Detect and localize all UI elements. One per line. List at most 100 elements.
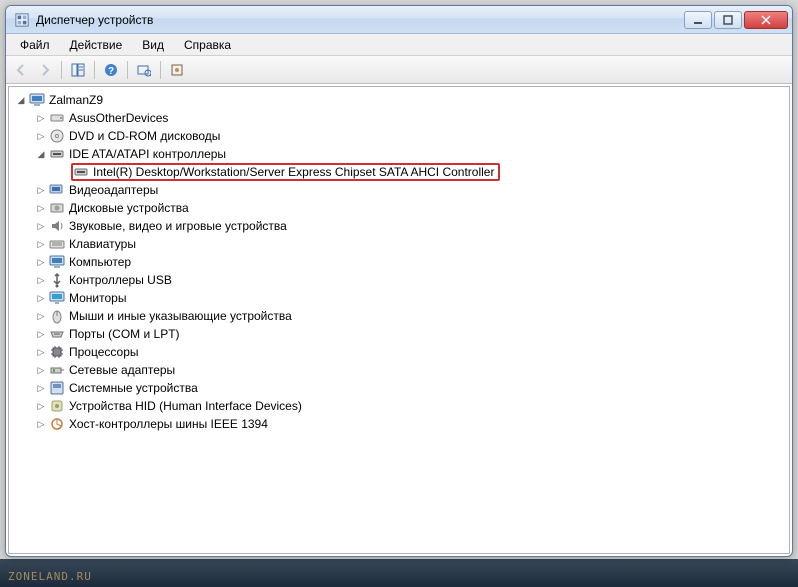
- tree-node-ports[interactable]: ▷ Порты (COM и LPT): [11, 325, 787, 343]
- close-button[interactable]: [744, 11, 788, 29]
- forward-button[interactable]: [34, 59, 56, 81]
- node-label: Компьютер: [69, 255, 131, 269]
- expander-icon[interactable]: ▷: [35, 400, 47, 412]
- tree-node-dvd[interactable]: ▷ DVD и CD-ROM дисководы: [11, 127, 787, 145]
- expander-icon[interactable]: ▷: [35, 418, 47, 430]
- scan-hardware-button[interactable]: [133, 59, 155, 81]
- app-icon: [14, 12, 30, 28]
- port-icon: [49, 326, 65, 342]
- node-label: Процессоры: [69, 345, 139, 359]
- node-label: Контроллеры USB: [69, 273, 172, 287]
- highlight-annotation: Intel(R) Desktop/Workstation/Server Expr…: [71, 163, 500, 181]
- keyboard-icon: [49, 236, 65, 252]
- expander-icon[interactable]: ▷: [35, 256, 47, 268]
- tree-node-sound[interactable]: ▷ Звуковые, видео и игровые устройства: [11, 217, 787, 235]
- tree-node-video[interactable]: ▷ Видеоадаптеры: [11, 181, 787, 199]
- menu-help[interactable]: Справка: [174, 35, 241, 55]
- svg-text:?: ?: [108, 66, 114, 77]
- minimize-button[interactable]: [684, 11, 712, 29]
- tree-node-system[interactable]: ▷ Системные устройства: [11, 379, 787, 397]
- usb-icon: [49, 272, 65, 288]
- tree-node-monitors[interactable]: ▷ Мониторы: [11, 289, 787, 307]
- show-hidden-button[interactable]: [166, 59, 188, 81]
- tree-node-cpu[interactable]: ▷ Процессоры: [11, 343, 787, 361]
- menu-view[interactable]: Вид: [132, 35, 174, 55]
- tree-node-asusother[interactable]: ▷ AsusOtherDevices: [11, 109, 787, 127]
- node-label: Устройства HID (Human Interface Devices): [69, 399, 302, 413]
- expander-icon[interactable]: ▷: [35, 292, 47, 304]
- tree-node-hid[interactable]: ▷ Устройства HID (Human Interface Device…: [11, 397, 787, 415]
- expander-icon[interactable]: ▷: [35, 310, 47, 322]
- monitor-icon: [49, 290, 65, 306]
- tree-node-1394[interactable]: ▷ Хост-контроллеры шины IEEE 1394: [11, 415, 787, 433]
- menu-file[interactable]: Файл: [10, 35, 60, 55]
- tree-node-disk[interactable]: ▷ Дисковые устройства: [11, 199, 787, 217]
- expander-icon[interactable]: ▷: [35, 274, 47, 286]
- toolbar-separator: [127, 61, 128, 79]
- expander-icon[interactable]: ▷: [35, 364, 47, 376]
- expander-icon[interactable]: ▷: [35, 328, 47, 340]
- expander-icon[interactable]: ▷: [35, 220, 47, 232]
- toolbar-separator: [94, 61, 95, 79]
- tree-node-computer[interactable]: ▷ Компьютер: [11, 253, 787, 271]
- computer-icon: [29, 92, 45, 108]
- expander-icon[interactable]: ▷: [35, 346, 47, 358]
- toolbar: ?: [6, 56, 792, 84]
- node-label: Intel(R) Desktop/Workstation/Server Expr…: [93, 165, 494, 179]
- tree-node-keyboard[interactable]: ▷ Клавиатуры: [11, 235, 787, 253]
- disk-icon: [49, 110, 65, 126]
- expander-icon[interactable]: ▷: [35, 130, 47, 142]
- expander-icon[interactable]: ▷: [35, 184, 47, 196]
- expander-icon[interactable]: ▷: [35, 382, 47, 394]
- display-adapter-icon: [49, 182, 65, 198]
- node-label: Хост-контроллеры шины IEEE 1394: [69, 417, 268, 431]
- tree-node-usb[interactable]: ▷ Контроллеры USB: [11, 271, 787, 289]
- mouse-icon: [49, 308, 65, 324]
- cd-icon: [49, 128, 65, 144]
- watermark: ZONELAND.RU: [8, 570, 92, 583]
- node-label: IDE ATA/ATAPI контроллеры: [69, 147, 226, 161]
- cpu-icon: [49, 344, 65, 360]
- tree-content[interactable]: ◢ ZalmanZ9 ▷ AsusOtherDevices ▷ DVD и CD…: [8, 86, 790, 554]
- controller-icon: [73, 164, 89, 180]
- expander-icon[interactable]: ▷: [35, 238, 47, 250]
- menu-action[interactable]: Действие: [60, 35, 133, 55]
- help-button[interactable]: ?: [100, 59, 122, 81]
- expander-icon[interactable]: ▷: [35, 112, 47, 124]
- node-label: Клавиатуры: [69, 237, 136, 251]
- background-taskbar: [0, 559, 798, 587]
- expander-icon[interactable]: ◢: [35, 148, 47, 160]
- tree-node-ide[interactable]: ◢ IDE ATA/ATAPI контроллеры: [11, 145, 787, 163]
- maximize-button[interactable]: [714, 11, 742, 29]
- node-label: Системные устройства: [69, 381, 198, 395]
- back-button[interactable]: [10, 59, 32, 81]
- computer-icon: [49, 254, 65, 270]
- tree-node-mouse[interactable]: ▷ Мыши и иные указывающие устройства: [11, 307, 787, 325]
- show-hide-tree-button[interactable]: [67, 59, 89, 81]
- device-manager-window: Диспетчер устройств Файл Действие Вид Сп…: [5, 5, 793, 557]
- disk-drive-icon: [49, 200, 65, 216]
- tree-node-network[interactable]: ▷ Сетевые адаптеры: [11, 361, 787, 379]
- tree-root[interactable]: ◢ ZalmanZ9: [11, 91, 787, 109]
- system-icon: [49, 380, 65, 396]
- node-label: Мыши и иные указывающие устройства: [69, 309, 292, 323]
- speaker-icon: [49, 218, 65, 234]
- node-label: Порты (COM и LPT): [69, 327, 180, 341]
- window-title: Диспетчер устройств: [36, 13, 684, 27]
- expander-icon[interactable]: ◢: [15, 94, 27, 106]
- network-icon: [49, 362, 65, 378]
- firewire-icon: [49, 416, 65, 432]
- node-label: Звуковые, видео и игровые устройства: [69, 219, 287, 233]
- node-label: Видеоадаптеры: [69, 183, 158, 197]
- hid-icon: [49, 398, 65, 414]
- node-label: AsusOtherDevices: [69, 111, 168, 125]
- toolbar-separator: [160, 61, 161, 79]
- node-label: Дисковые устройства: [69, 201, 189, 215]
- tree-node-ide-child[interactable]: Intel(R) Desktop/Workstation/Server Expr…: [11, 163, 787, 181]
- node-label: ZalmanZ9: [49, 93, 103, 107]
- window-controls: [684, 11, 788, 29]
- menubar: Файл Действие Вид Справка: [6, 34, 792, 56]
- titlebar[interactable]: Диспетчер устройств: [6, 6, 792, 34]
- node-label: Мониторы: [69, 291, 126, 305]
- expander-icon[interactable]: ▷: [35, 202, 47, 214]
